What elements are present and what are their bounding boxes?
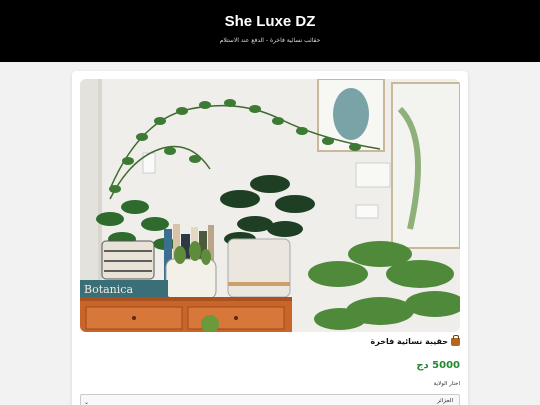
wilaya-selected-value: الجزائر (437, 398, 453, 404)
product-title-text: حقيبة نسائية فاخرة (370, 337, 448, 346)
brand-name: She Luxe DZ (224, 13, 316, 30)
product-card: Botanica حقيبة نسائية فاخرة 5000 دج اختا… (72, 71, 468, 405)
product-title: حقيبة نسائية فاخرة (370, 334, 460, 346)
handbag-icon (451, 334, 460, 346)
site-header: She Luxe DZ حقائب نسائية فاخرة - الدفع ع… (0, 0, 540, 62)
wilaya-select[interactable]: الجزائر ⌄ (80, 394, 460, 405)
tagline: حقائب نسائية فاخرة - الدفع عند الاستلام (219, 37, 321, 44)
product-image: Botanica (80, 79, 460, 332)
product-price: 5000 دج (416, 360, 460, 371)
wilaya-label: اختار الولاية (433, 381, 460, 387)
chevron-down-icon: ⌄ (84, 399, 90, 405)
svg-text:Botanica: Botanica (84, 283, 133, 296)
